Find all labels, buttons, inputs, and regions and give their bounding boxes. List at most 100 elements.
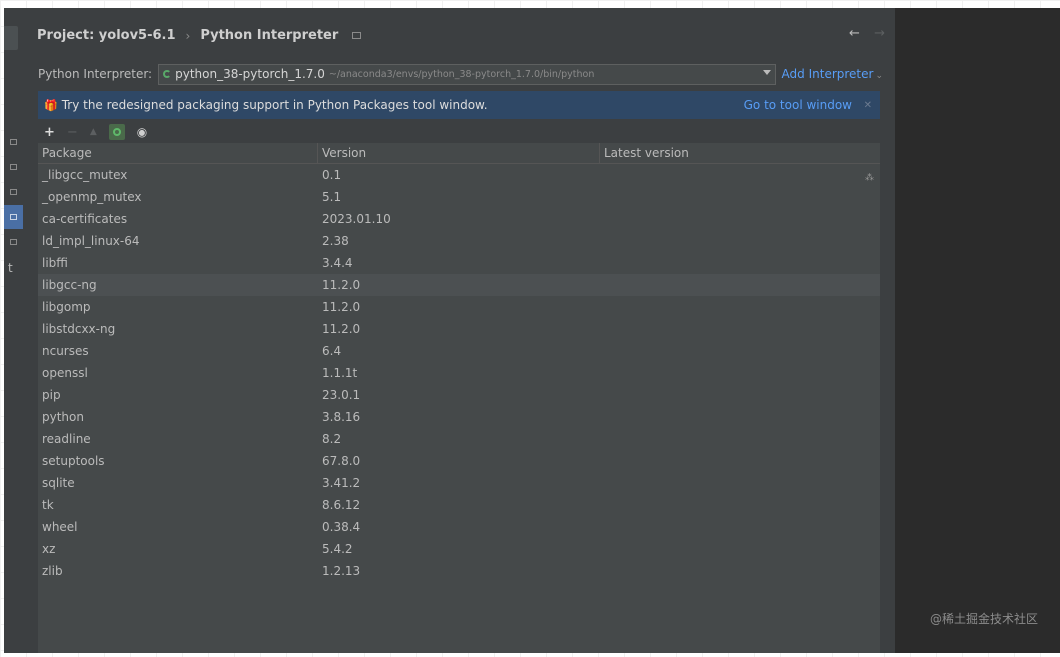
breadcrumb-project: Project: yolov5-6.1	[37, 28, 176, 43]
table-body: _libgcc_mutex 0.1 _openmp_mutex 5.1 ca-certi…	[38, 164, 880, 582]
package-table: Package Version Latest version _libgcc_m…	[38, 143, 880, 653]
table-row[interactable]: _openmp_mutex 5.1	[38, 186, 880, 208]
go-to-tool-window-link[interactable]: Go to tool window	[744, 98, 852, 112]
sidebar-item-icon[interactable]	[10, 139, 17, 145]
table-row[interactable]: zlib 1.2.13	[38, 560, 880, 582]
table-row[interactable]: ncurses 6.4	[38, 340, 880, 362]
version-cell: 2023.01.10	[322, 212, 391, 226]
sidebar-item-icon[interactable]	[10, 239, 17, 245]
chevron-down-icon: ⌄	[875, 71, 883, 81]
table-row[interactable]: _libgcc_mutex 0.1	[38, 164, 880, 186]
sidebar-item-icon[interactable]	[10, 214, 17, 220]
table-row[interactable]: libffi 3.4.4	[38, 252, 880, 274]
table-row[interactable]: readline 8.2	[38, 428, 880, 450]
version-cell: 11.2.0	[322, 322, 361, 336]
table-row[interactable]: sqlite 3.41.2	[38, 472, 880, 494]
back-arrow-icon[interactable]: ←	[849, 26, 860, 41]
version-cell: 1.2.13	[322, 564, 361, 578]
table-row[interactable]: xz 5.4.2	[38, 538, 880, 560]
package-name-cell: ld_impl_linux-64	[42, 234, 140, 248]
add-interpreter-link[interactable]: Add Interpreter ⌄	[782, 67, 883, 81]
upgrade-package-icon[interactable]: ▲	[90, 127, 97, 137]
package-name-cell: libgcc-ng	[42, 278, 97, 292]
pin-icon[interactable]	[352, 32, 362, 39]
remove-package-icon[interactable]: −	[67, 125, 78, 140]
right-panel: @稀土掘金技术社区	[895, 8, 1060, 653]
add-package-icon[interactable]: +	[44, 125, 55, 140]
column-header-package[interactable]: Package	[38, 143, 318, 163]
interpreter-path: ~/anaconda3/envs/python_38-pytorch_1.7.0…	[328, 68, 595, 80]
table-header: Package Version Latest version	[38, 143, 880, 164]
sidebar-text: t	[8, 261, 13, 275]
left-sidebar: t	[4, 8, 23, 653]
sidebar-tab[interactable]	[4, 26, 18, 50]
package-name-cell: _libgcc_mutex	[42, 168, 128, 182]
loading-spinner-icon: ⁂	[865, 173, 874, 183]
column-header-latest-version[interactable]: Latest version	[600, 143, 880, 163]
version-cell: 5.4.2	[322, 542, 353, 556]
version-cell: 8.6.12	[322, 498, 361, 512]
table-row[interactable]: libgomp 11.2.0	[38, 296, 880, 318]
package-name-cell: python	[42, 410, 84, 424]
version-cell: 11.2.0	[322, 300, 361, 314]
table-row[interactable]: ca-certificates 2023.01.10	[38, 208, 880, 230]
table-row[interactable]: libgcc-ng 11.2.0	[38, 274, 880, 296]
package-name-cell: libffi	[42, 256, 68, 270]
table-row[interactable]: tk 8.6.12	[38, 494, 880, 516]
table-row[interactable]: setuptools 67.8.0	[38, 450, 880, 472]
refresh-icon[interactable]	[108, 124, 125, 140]
interpreter-label: Python Interpreter:	[38, 67, 153, 81]
gift-icon: 🎁	[44, 98, 58, 112]
version-cell: 0.1	[322, 168, 342, 182]
table-row[interactable]: wheel 0.38.4	[38, 516, 880, 538]
package-name-cell: setuptools	[42, 454, 105, 468]
package-name-cell: openssl	[42, 366, 88, 380]
package-name-cell: ncurses	[42, 344, 89, 358]
package-name-cell: readline	[42, 432, 91, 446]
interpreter-name: python_38-pytorch_1.7.0	[175, 67, 325, 81]
banner-message: Try the redesigned packaging support in …	[61, 98, 488, 112]
package-name-cell: libstdcxx-ng	[42, 322, 116, 336]
version-cell: 8.2	[322, 432, 342, 446]
package-name-cell: sqlite	[42, 476, 75, 490]
package-name-cell: wheel	[42, 520, 78, 534]
version-cell: 3.4.4	[322, 256, 353, 270]
version-cell: 67.8.0	[322, 454, 361, 468]
package-name-cell: xz	[42, 542, 56, 556]
sidebar-item-icon[interactable]	[10, 164, 17, 170]
package-name-cell: ca-certificates	[42, 212, 128, 226]
package-name-cell: libgomp	[42, 300, 91, 314]
version-cell: 1.1.1t	[322, 366, 358, 380]
version-cell: 2.38	[322, 234, 349, 248]
sidebar-item-icon[interactable]	[10, 189, 17, 195]
interpreter-select[interactable]: python_38-pytorch_1.7.0 ~/anaconda3/envs…	[158, 63, 776, 85]
table-row[interactable]: libstdcxx-ng 11.2.0	[38, 318, 880, 340]
package-name-cell: pip	[42, 388, 61, 402]
breadcrumb-separator: ›	[185, 28, 191, 43]
settings-panel: Project: yolov5-6.1 › Python Interpreter…	[23, 8, 895, 653]
version-cell: 3.8.16	[322, 410, 361, 424]
table-row[interactable]: openssl 1.1.1t	[38, 362, 880, 384]
info-banner: 🎁 Try the redesigned packaging support i…	[38, 91, 880, 119]
chevron-down-icon[interactable]	[762, 69, 771, 75]
column-header-version[interactable]: Version	[318, 143, 600, 163]
version-cell: 23.0.1	[322, 388, 361, 402]
version-cell: 11.2.0	[322, 278, 361, 292]
conda-env-icon	[163, 70, 172, 78]
package-name-cell: _openmp_mutex	[42, 190, 142, 204]
close-icon[interactable]: ✕	[864, 100, 872, 111]
version-cell: 3.41.2	[322, 476, 361, 490]
nav-arrows: ← →	[849, 26, 885, 41]
breadcrumb: Project: yolov5-6.1 › Python Interpreter	[37, 28, 362, 43]
package-toolbar: + − ▲ ◉	[38, 122, 880, 142]
watermark: @稀土掘金技术社区	[929, 612, 1038, 626]
package-name-cell: zlib	[42, 564, 63, 578]
table-row[interactable]: ld_impl_linux-64 2.38	[38, 230, 880, 252]
table-row[interactable]: pip 23.0.1	[38, 384, 880, 406]
interpreter-row: Python Interpreter: python_38-pytorch_1.…	[38, 63, 883, 85]
breadcrumb-section: Python Interpreter	[200, 28, 339, 43]
table-row[interactable]: python 3.8.16	[38, 406, 880, 428]
version-cell: 6.4	[322, 344, 342, 358]
eye-icon[interactable]: ◉	[137, 125, 147, 139]
forward-arrow-icon[interactable]: →	[874, 26, 885, 41]
